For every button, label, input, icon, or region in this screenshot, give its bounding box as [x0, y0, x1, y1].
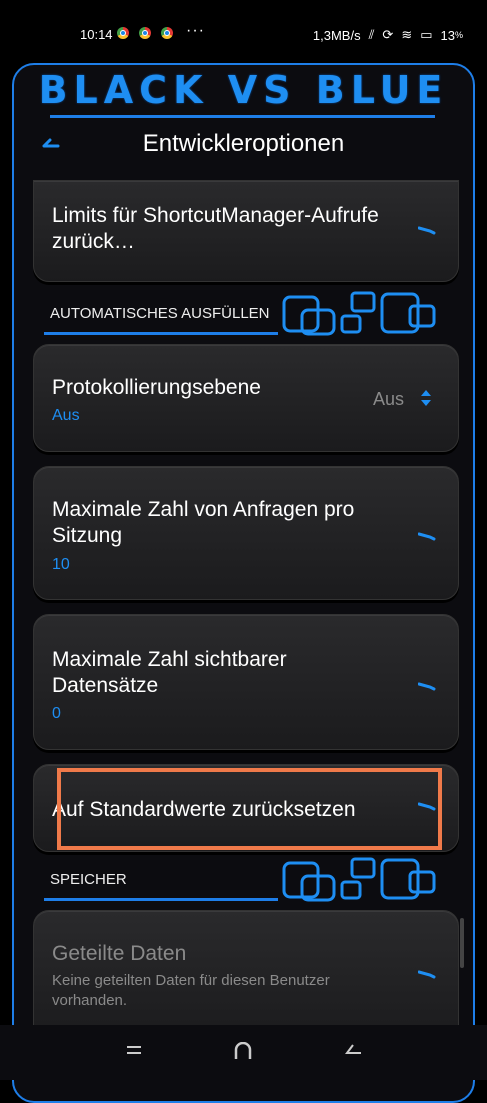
section-underline — [44, 332, 278, 335]
card-title: Maximale Zahl sichtbarer Datensätze — [52, 648, 287, 697]
decorative-squares-icon — [282, 857, 436, 902]
decorative-squares-icon — [282, 291, 436, 336]
shared-data-item[interactable]: Geteilte Daten Keine geteilten Daten für… — [33, 910, 459, 1042]
network-speed: 1,3MB/s — [312, 27, 361, 43]
signal-icon: ⫽ — [368, 27, 375, 42]
section-underline — [44, 898, 278, 901]
section-header-autofill: AUTOMATISCHES AUSFÜLLEN — [50, 305, 270, 322]
chrome-icon — [161, 27, 173, 39]
page-title: Entwickleroptionen — [142, 130, 345, 157]
card-value: 0 — [52, 705, 61, 722]
card-value: 10 — [52, 556, 70, 573]
chevron-right-icon — [418, 532, 436, 541]
chevron-right-icon — [418, 226, 436, 235]
wifi-icon: ≋ — [401, 27, 413, 42]
card-title: Limits für ShortcutManager-Aufrufe zurüc… — [52, 204, 379, 253]
card-subtitle: Keine geteilten Daten für diesen Benutze… — [52, 972, 330, 1009]
battery-level: 13 — [440, 27, 455, 43]
home-icon[interactable] — [234, 1042, 252, 1060]
max-visible-datasets-item[interactable]: Maximale Zahl sichtbarer Datensätze 0 — [33, 614, 459, 750]
chevron-right-icon — [418, 970, 436, 979]
highlight-box — [57, 768, 442, 850]
card-title: Protokollierungsebene — [52, 376, 261, 399]
status-bar: 10:14 ··· 1,3MB/s ⫽ ⟳ ≋ ▭ 13% — [80, 22, 463, 43]
card-value: Aus — [52, 407, 80, 424]
more-notifications-icon: ··· — [186, 22, 205, 39]
chrome-icon — [139, 27, 151, 39]
chrome-icon — [117, 27, 129, 39]
menu-icon[interactable] — [126, 1042, 142, 1058]
status-time: 10:14 — [80, 27, 113, 42]
sync-icon: ⟳ — [382, 27, 394, 42]
brand-underline — [50, 115, 435, 118]
card-title: Geteilte Daten — [52, 942, 187, 965]
battery-icon: ▭ — [420, 27, 433, 42]
section-header-storage: SPEICHER — [50, 871, 127, 888]
chevron-right-icon — [418, 682, 436, 691]
back-icon[interactable] — [344, 1042, 362, 1056]
brand-title: BLACK VS BLUE — [38, 68, 449, 112]
logging-level-item[interactable]: Protokollierungsebene Aus Aus — [33, 344, 459, 452]
logging-level-dropdown[interactable]: Aus — [373, 389, 404, 410]
shortcut-manager-reset-item[interactable]: Limits für ShortcutManager-Aufrufe zurüc… — [33, 180, 459, 282]
scrollbar[interactable] — [460, 918, 464, 968]
max-requests-item[interactable]: Maximale Zahl von Anfragen pro Sitzung 1… — [33, 466, 459, 600]
card-title: Maximale Zahl von Anfragen pro Sitzung — [52, 498, 355, 547]
up-down-arrow-icon — [421, 390, 431, 406]
